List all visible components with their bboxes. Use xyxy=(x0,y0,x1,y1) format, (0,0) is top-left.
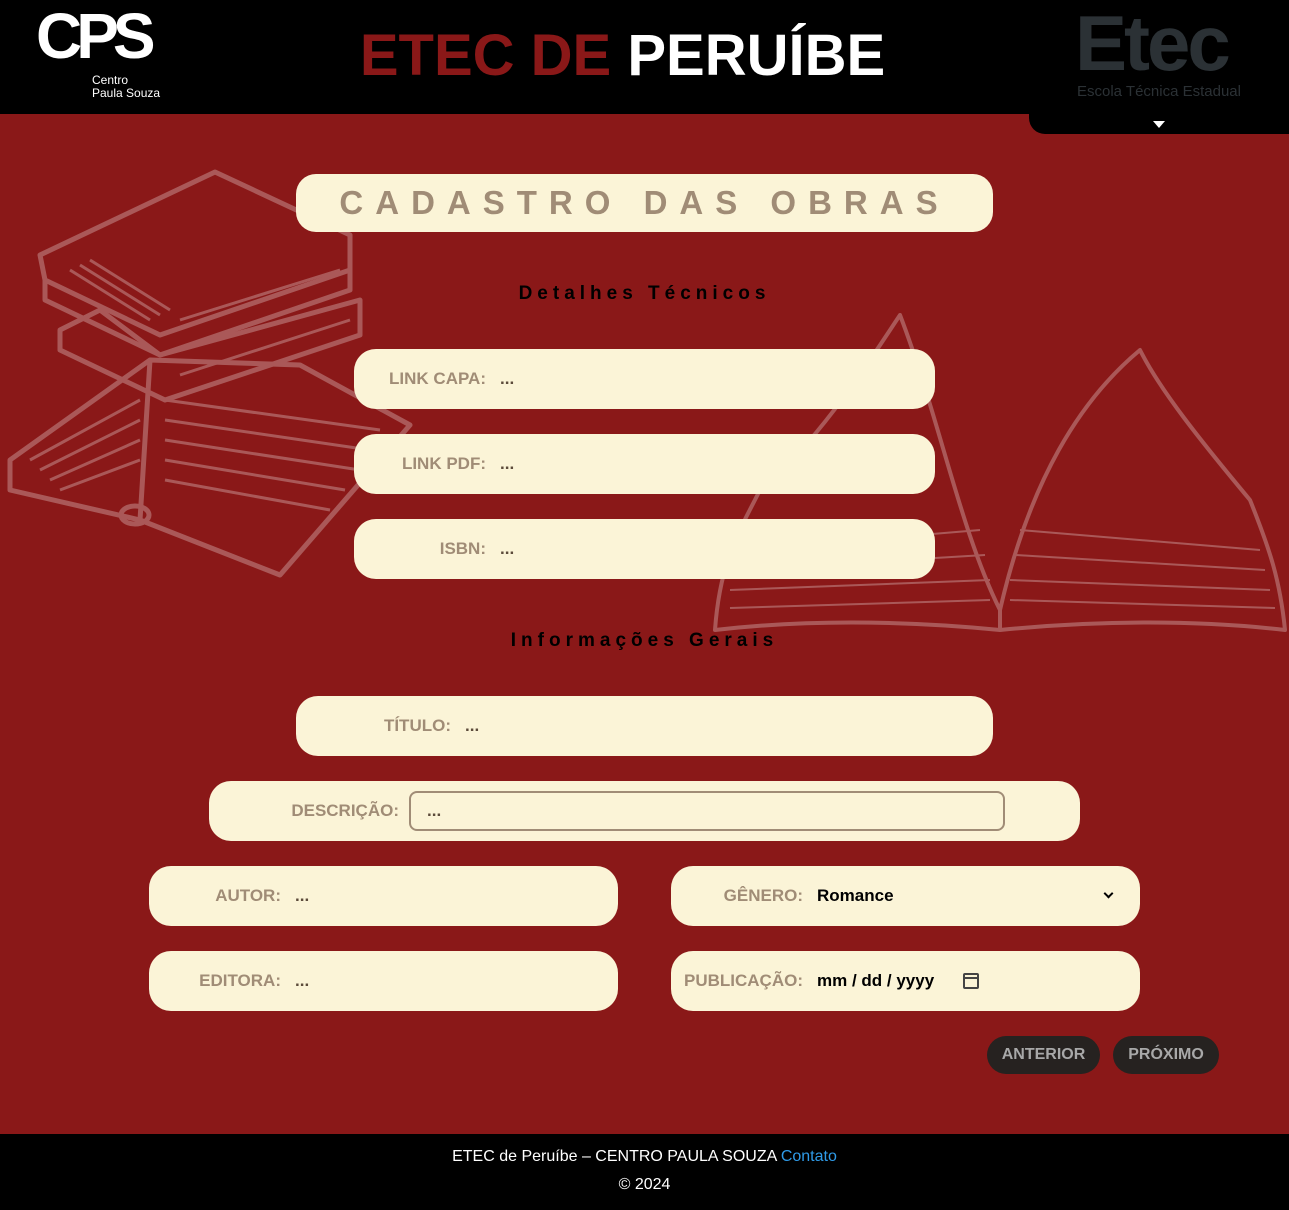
titulo-label: TÍTULO: xyxy=(383,716,451,735)
footer-line: ETEC de Peruíbe – CENTRO PAULA SOUZA Con… xyxy=(0,1148,1289,1166)
anterior-button[interactable]: ANTERIOR xyxy=(987,1036,1100,1074)
proximo-button[interactable]: PRÓXIMO xyxy=(1113,1036,1219,1074)
section-title-general: Informações Gerais xyxy=(510,630,779,651)
link-pdf-label: LINK PDF: xyxy=(401,454,486,473)
link-pdf-input[interactable]: ... xyxy=(500,454,514,474)
site-title-part1: ETEC DE xyxy=(359,23,612,88)
link-capa-field[interactable]: LINK CAPA: ... xyxy=(354,349,935,409)
publicacao-field[interactable]: PUBLICAÇÃO: mm / dd / yyyy xyxy=(671,951,1140,1011)
etec-logo-subtitle: Escola Técnica Estadual xyxy=(1077,83,1241,100)
page-title: CADASTRO DAS OBRAS xyxy=(339,184,950,221)
isbn-label: ISBN: xyxy=(439,539,486,558)
isbn-field[interactable]: ISBN: ... xyxy=(354,519,935,579)
etec-logo-text: Etec xyxy=(1075,0,1231,87)
footer-copyright: © 2024 xyxy=(618,1176,671,1193)
section-title-tech: Detalhes Técnicos xyxy=(518,283,771,304)
etec-logo-dropdown[interactable]: Etec Escola Técnica Estadual xyxy=(1029,0,1289,134)
cps-logo-sub-line2: Paula Souza xyxy=(92,86,161,100)
autor-field[interactable]: AUTOR: ... xyxy=(149,866,618,926)
publicacao-date-input[interactable]: mm / dd / yyyy xyxy=(817,971,934,991)
genero-select[interactable]: Romance xyxy=(817,886,894,906)
autor-label: AUTOR: xyxy=(215,886,281,905)
editora-label: EDITORA: xyxy=(199,971,281,990)
isbn-input[interactable]: ... xyxy=(500,539,514,559)
chevron-down-icon[interactable] xyxy=(1103,888,1114,899)
footer-text: ETEC de Peruíbe – CENTRO PAULA SOUZA xyxy=(452,1148,777,1165)
link-capa-input[interactable]: ... xyxy=(500,369,514,389)
site-title-part2: PERUÍBE xyxy=(627,23,886,88)
publicacao-label: PUBLICAÇÃO: xyxy=(684,971,803,990)
descricao-label: DESCRIÇÃO: xyxy=(291,801,399,820)
caret-down-icon[interactable] xyxy=(1153,121,1165,128)
titulo-field[interactable]: TÍTULO: ... xyxy=(296,696,993,756)
contato-link[interactable]: Contato xyxy=(781,1148,837,1165)
titulo-input[interactable]: ... xyxy=(465,716,479,736)
page-title-box: CADASTRO DAS OBRAS xyxy=(296,174,993,232)
calendar-icon[interactable] xyxy=(963,973,979,989)
genero-field[interactable]: GÊNERO: Romance xyxy=(671,866,1140,926)
autor-input[interactable]: ... xyxy=(295,886,309,906)
site-footer: ETEC de Peruíbe – CENTRO PAULA SOUZA Con… xyxy=(0,1134,1289,1210)
descricao-input[interactable]: ... xyxy=(409,791,1005,831)
editora-field[interactable]: EDITORA: ... xyxy=(149,951,618,1011)
link-pdf-field[interactable]: LINK PDF: ... xyxy=(354,434,935,494)
editora-input[interactable]: ... xyxy=(295,971,309,991)
descricao-field: DESCRIÇÃO: ... xyxy=(209,781,1080,841)
link-capa-label: LINK CAPA: xyxy=(389,369,486,388)
genero-label: GÊNERO: xyxy=(723,886,803,905)
